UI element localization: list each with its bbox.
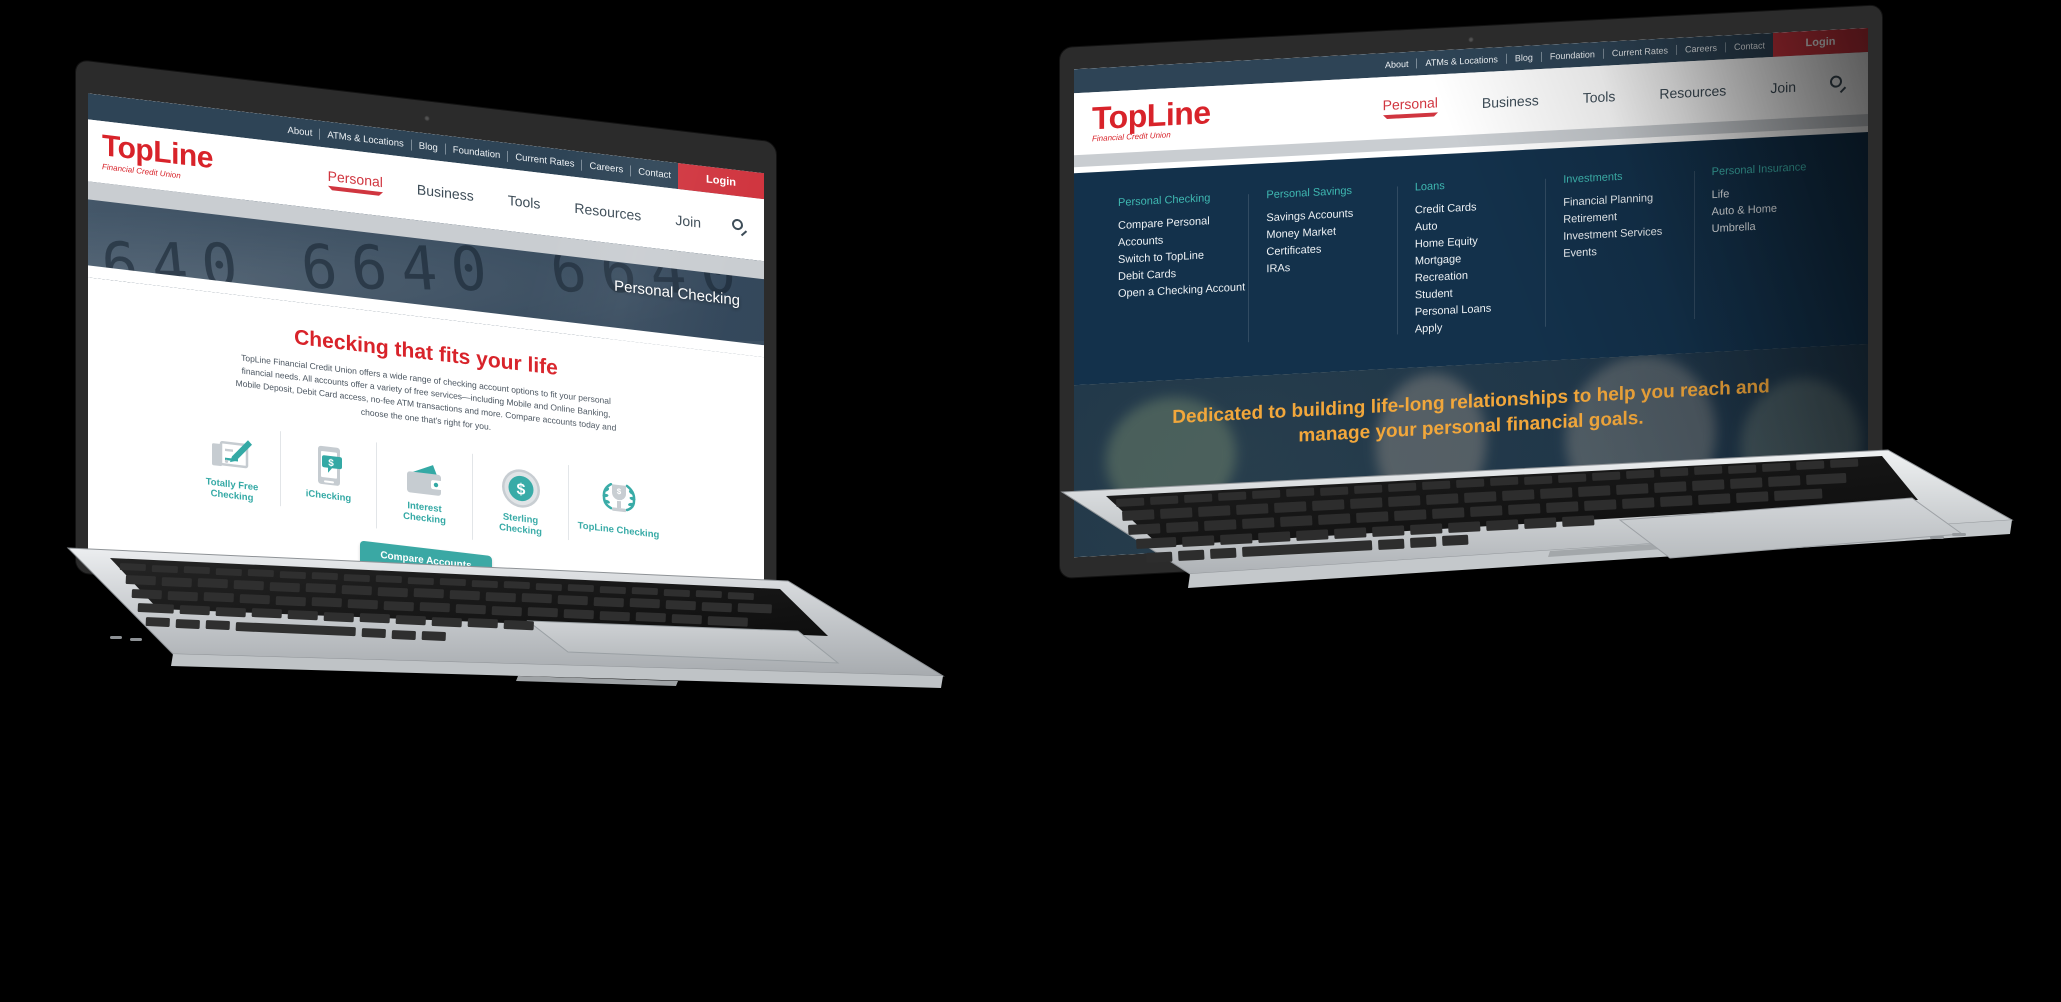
laptop-right-base (1060, 449, 2014, 588)
laptop-right: About ATMs & Locations Blog Foundation C… (1050, 0, 2060, 720)
laptop-left-base (66, 547, 945, 688)
screenshot-stage: About ATMs & Locations Blog Foundation C… (0, 0, 2061, 1002)
laptop-left: About ATMs & Locations Blog Foundation C… (38, 36, 968, 696)
